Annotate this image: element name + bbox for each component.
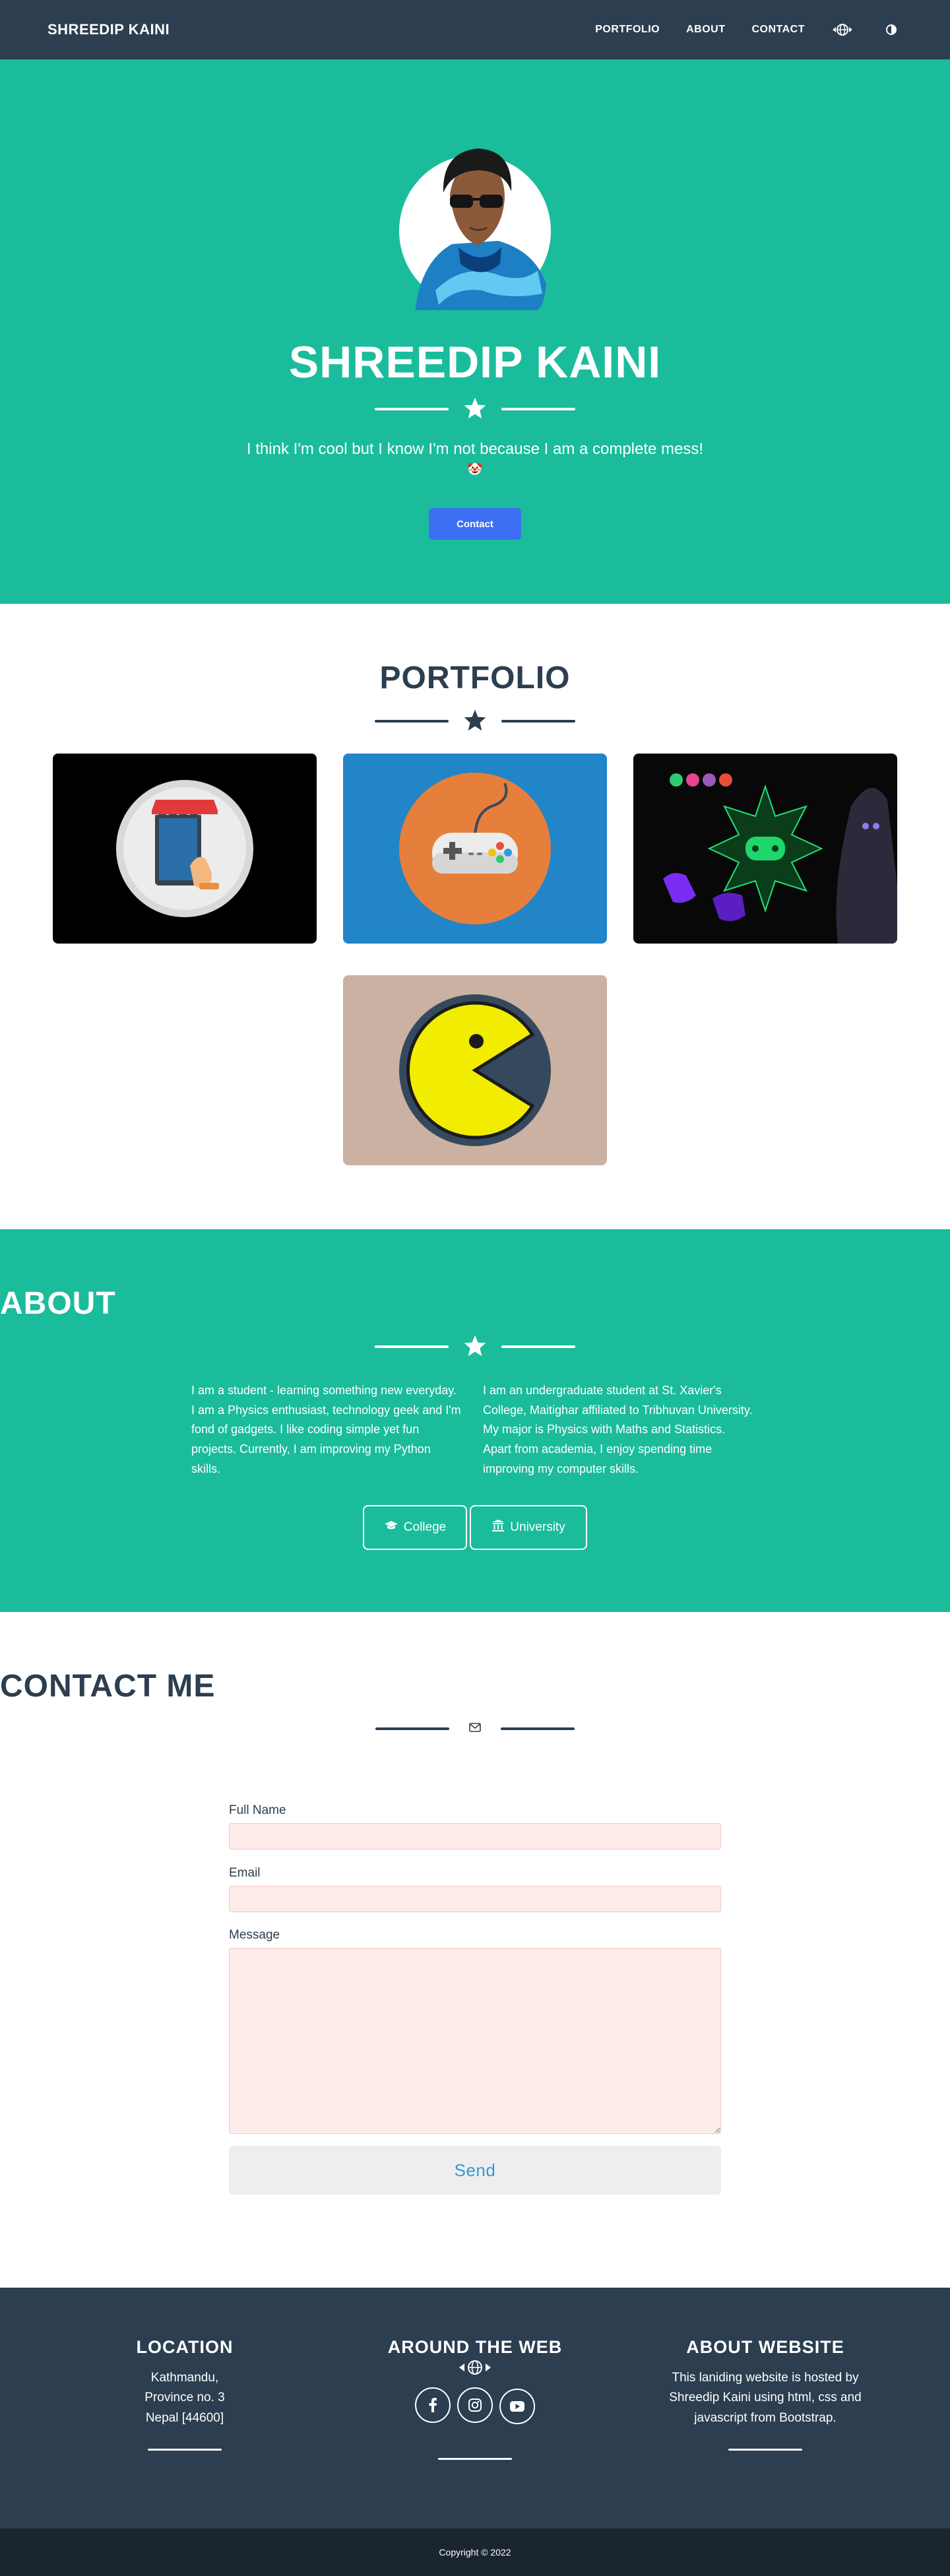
avatar bbox=[396, 132, 554, 310]
college-label: College bbox=[403, 1520, 447, 1534]
nav-about[interactable]: ABOUT bbox=[686, 24, 725, 36]
about-website-text: This laniding website is hosted by Shree… bbox=[669, 2371, 862, 2425]
facebook-icon[interactable] bbox=[414, 2387, 451, 2423]
university-button[interactable]: University bbox=[470, 1505, 587, 1550]
nav-portfolio[interactable]: PORTFOLIO bbox=[595, 24, 660, 36]
instagram-icon[interactable] bbox=[457, 2387, 493, 2423]
name-label: Full Name bbox=[229, 1803, 286, 1817]
email-input[interactable] bbox=[229, 1886, 721, 1912]
university-icon bbox=[491, 1519, 505, 1536]
college-button[interactable]: College bbox=[363, 1505, 467, 1550]
star-icon bbox=[463, 709, 487, 734]
location-underline bbox=[148, 2449, 222, 2451]
footer-web: AROUND THE WEB bbox=[343, 2337, 607, 2424]
graduation-cap-icon bbox=[384, 1520, 398, 1535]
footer-about: ABOUT WEBSITE This laniding website is h… bbox=[633, 2337, 897, 2428]
nav-contact[interactable]: CONTACT bbox=[751, 24, 805, 36]
message-label: Message bbox=[229, 1928, 280, 1942]
star-icon bbox=[463, 1334, 487, 1360]
star-icon bbox=[463, 397, 487, 422]
masthead: SHREEDIP KAINI I think I'm cool but I kn… bbox=[0, 59, 950, 604]
contact-button[interactable]: Contact bbox=[429, 508, 521, 540]
about-website-underline bbox=[728, 2449, 802, 2451]
copyright-text: Copyright © 2022 bbox=[439, 2547, 511, 2558]
youtube-icon[interactable] bbox=[499, 2389, 536, 2424]
about-divider bbox=[0, 1334, 950, 1360]
about-section: ABOUT I am a student - learning somethin… bbox=[0, 1229, 950, 1612]
contact-title: CONTACT ME bbox=[0, 1669, 216, 1704]
send-button[interactable]: Send bbox=[229, 2146, 721, 2195]
nav-links: PORTFOLIO ABOUT CONTACT bbox=[595, 23, 902, 36]
portfolio-item-game-controller[interactable] bbox=[343, 754, 607, 944]
hero-title: SHREEDIP KAINI bbox=[288, 337, 662, 387]
location-heading: LOCATION bbox=[136, 2337, 234, 2357]
footer: LOCATION Kathmandu, Province no. 3 Nepal… bbox=[0, 2288, 950, 2528]
contact-divider bbox=[0, 1716, 950, 1742]
about-website-heading: ABOUT WEBSITE bbox=[686, 2337, 844, 2357]
portfolio-item-pacman[interactable] bbox=[343, 975, 607, 1165]
web-heading: AROUND THE WEB bbox=[387, 2337, 563, 2357]
about-title: ABOUT bbox=[0, 1286, 116, 1321]
globe-icon bbox=[343, 2359, 607, 2379]
location-text: Kathmandu, Province no. 3 Nepal [44600] bbox=[144, 2371, 225, 2425]
portfolio-title: PORTFOLIO bbox=[379, 660, 571, 695]
copyright-bar: Copyright © 2022 bbox=[0, 2528, 950, 2576]
university-label: University bbox=[510, 1520, 565, 1534]
hero-divider bbox=[0, 396, 950, 422]
theme-toggle-icon[interactable] bbox=[880, 23, 902, 36]
footer-location: LOCATION Kathmandu, Province no. 3 Nepal… bbox=[53, 2337, 317, 2428]
globe-icon[interactable] bbox=[831, 23, 854, 36]
name-input[interactable] bbox=[229, 1823, 721, 1850]
portfolio-item-gaming-wallpaper[interactable] bbox=[633, 754, 897, 944]
about-left-text: I am a student - learning something new … bbox=[191, 1384, 461, 1475]
hero-subtitle: I think I'm cool but I know I'm not beca… bbox=[246, 440, 704, 458]
brand-link[interactable]: SHREEDIP KAINI bbox=[48, 21, 170, 38]
web-underline bbox=[438, 2458, 512, 2460]
contact-section: CONTACT ME Full Name Email Message Send bbox=[0, 1612, 950, 2288]
email-label: Email bbox=[229, 1866, 261, 1880]
portfolio-section: PORTFOLIO bbox=[0, 604, 950, 1229]
portfolio-divider bbox=[0, 708, 950, 734]
portfolio-item-shop-app[interactable] bbox=[53, 754, 317, 944]
navbar: SHREEDIP KAINI PORTFOLIO ABOUT CONTACT bbox=[0, 0, 950, 59]
about-right-text: I am an undergraduate student at St. Xav… bbox=[483, 1384, 753, 1475]
hero-emoji: 🤡 bbox=[467, 463, 483, 476]
message-input[interactable] bbox=[229, 1948, 721, 2134]
envelope-icon bbox=[469, 1722, 481, 1735]
